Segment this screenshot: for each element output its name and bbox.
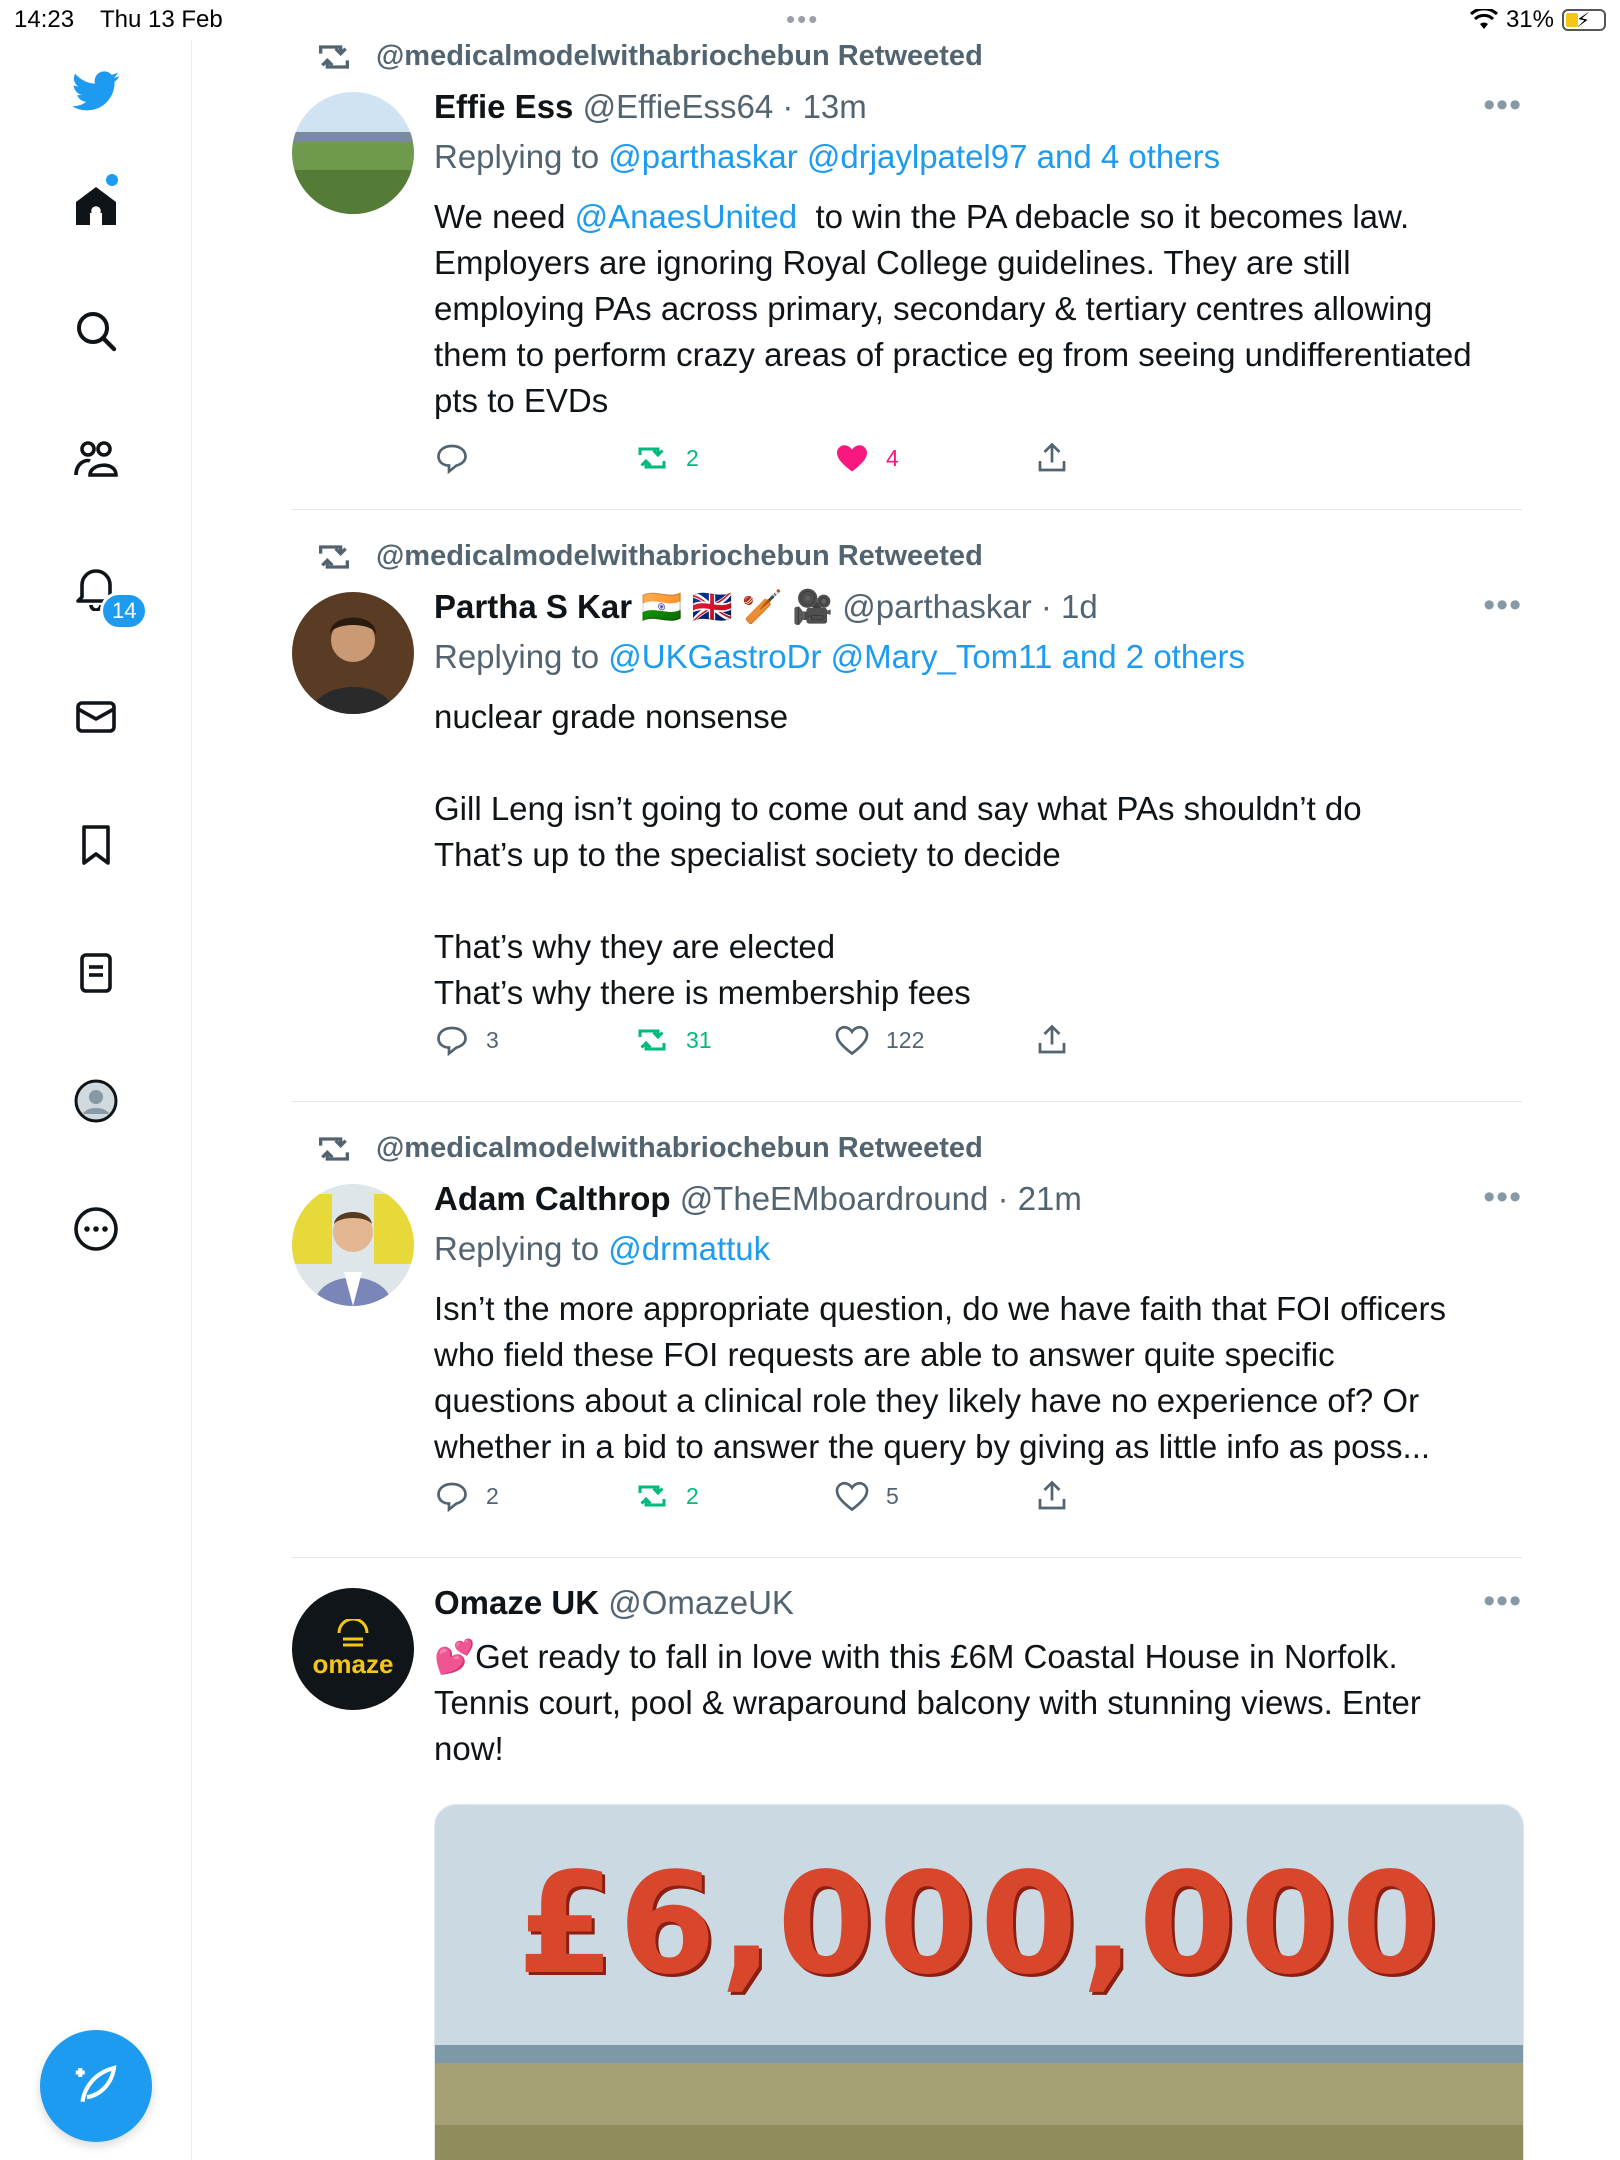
omaze-logo-text: omaze	[312, 1648, 394, 1679]
more-options-icon[interactable]: •••	[1483, 1582, 1522, 1621]
tweet-actions: 2 4	[434, 440, 1154, 480]
reply-button[interactable]: 2	[434, 1478, 499, 1514]
compose-tweet-button[interactable]	[40, 2030, 152, 2142]
media-price-text: £6,000,000	[517, 1843, 1443, 2006]
avatar[interactable]	[292, 592, 414, 714]
heart-filled-icon	[837, 445, 867, 472]
home-unread-dot	[106, 174, 118, 186]
home-icon[interactable]	[67, 178, 125, 236]
tweet-actions: 3 31 122	[434, 1022, 1154, 1062]
retweet-icon	[638, 1029, 666, 1051]
reply-icon	[437, 1482, 467, 1513]
tweet-item[interactable]: @medicalmodelwithabriochebun Retweeted P…	[292, 510, 1522, 1102]
tweet-text: We need @AnaesUnited to win the PA debac…	[434, 198, 1472, 419]
mention-link[interactable]: @AnaesUnited	[575, 198, 797, 235]
multitasking-dots-icon[interactable]: •••	[786, 4, 819, 35]
share-icon	[1038, 1480, 1066, 1510]
like-button[interactable]: 5	[834, 1478, 899, 1514]
retweet-icon	[638, 447, 666, 469]
retweet-context: @medicalmodelwithabriochebun Retweeted	[319, 1132, 983, 1165]
author-handle[interactable]: @parthaskar	[842, 588, 1031, 625]
tweet-item[interactable]: @medicalmodelwithabriochebun Retweeted A…	[292, 1102, 1522, 1558]
retweet-small-icon	[319, 45, 349, 69]
more-options-icon[interactable]: •••	[1483, 1178, 1522, 1217]
omaze-logo-icon	[337, 1618, 369, 1646]
avatar[interactable]	[292, 92, 414, 214]
author-name[interactable]: Effie Ess	[434, 88, 573, 125]
retweet-button[interactable]: 2	[634, 440, 699, 476]
author-name[interactable]: Adam Calthrop	[434, 1180, 671, 1217]
tweet-actions: 2 2 5	[434, 1478, 1154, 1518]
bookmarks-icon[interactable]	[67, 816, 125, 874]
tweet-item[interactable]: omaze Omaze UK @OmazeUK ••• 💕Get ready t…	[292, 1558, 1524, 2160]
twitter-logo-icon[interactable]	[67, 62, 125, 120]
author-handle[interactable]: @EffieEss64	[583, 88, 774, 125]
like-button[interactable]: 122	[834, 1022, 924, 1058]
more-options-icon[interactable]	[67, 1200, 125, 1258]
replying-to: Replying to @UKGastroDr @Mary_Tom11 and …	[434, 638, 1246, 675]
reply-button[interactable]	[434, 440, 486, 476]
avatar[interactable]	[292, 1184, 414, 1306]
timeline: @medicalmodelwithabriochebun Retweeted E…	[292, 40, 1524, 2160]
tweet-media-image[interactable]: £6,000,000	[434, 1804, 1524, 2160]
share-icon	[1038, 1024, 1066, 1054]
tweet-text: Isn’t the more appropriate question, do …	[434, 1290, 1446, 1465]
more-options-icon[interactable]: •••	[1483, 586, 1522, 625]
share-button[interactable]	[1034, 1478, 1070, 1514]
tweet-time: · 21m	[997, 1180, 1082, 1217]
communities-icon[interactable]	[67, 430, 125, 488]
author-name[interactable]: Omaze UK	[434, 1584, 599, 1621]
retweet-small-icon	[319, 545, 349, 569]
messages-icon[interactable]	[67, 688, 125, 746]
wifi-icon	[1469, 9, 1498, 29]
tweet-time: · 13m	[782, 88, 867, 125]
retweet-button[interactable]: 31	[634, 1022, 712, 1058]
share-button[interactable]	[1034, 440, 1070, 476]
replying-to: Replying to @parthaskar @drjaylpatel97 a…	[434, 138, 1221, 175]
status-date: Thu 13 Feb	[100, 6, 223, 33]
reply-icon	[437, 444, 467, 475]
battery-percent: 31%	[1505, 6, 1554, 33]
search-icon[interactable]	[67, 302, 125, 360]
tweet-text: nuclear grade nonsense Gill Leng isn’t g…	[434, 698, 1362, 1011]
lists-icon[interactable]	[67, 944, 125, 1002]
tweet-time: · 1d	[1040, 588, 1098, 625]
heart-icon	[835, 1025, 869, 1056]
reply-icon	[437, 1026, 467, 1057]
reply-button[interactable]: 3	[434, 1022, 499, 1058]
notifications-badge: 14	[100, 592, 149, 630]
author-handle[interactable]: @OmazeUK	[608, 1584, 794, 1621]
status-bar: 14:23 Thu 13 Feb ••• 31% ⚡	[0, 0, 1620, 40]
retweet-small-icon	[319, 1137, 349, 1161]
author-handle[interactable]: @TheEMboardround	[680, 1180, 989, 1217]
author-name[interactable]: Partha S Kar 🇮🇳 🇬🇧 🏏 🎥	[434, 588, 833, 625]
share-button[interactable]	[1034, 1022, 1070, 1058]
replying-to: Replying to @drmattuk	[434, 1230, 771, 1267]
avatar[interactable]: omaze	[292, 1588, 414, 1710]
profile-avatar-icon[interactable]	[67, 1072, 125, 1130]
like-button[interactable]: 4	[834, 440, 899, 476]
tweet-text: 💕Get ready to fall in love with this £6M…	[434, 1638, 1421, 1767]
retweet-icon	[638, 1485, 666, 1507]
compose-feather-icon	[75, 2065, 117, 2103]
tweet-item[interactable]: @medicalmodelwithabriochebun Retweeted E…	[292, 40, 1522, 510]
share-icon	[1038, 442, 1066, 472]
sidebar: 14	[0, 40, 192, 2160]
status-time: 14:23	[14, 6, 75, 33]
battery-icon: ⚡	[1562, 9, 1606, 32]
retweet-button[interactable]: 2	[634, 1478, 699, 1514]
retweet-context: @medicalmodelwithabriochebun Retweeted	[319, 40, 983, 73]
more-options-icon[interactable]: •••	[1483, 86, 1522, 125]
retweet-context: @medicalmodelwithabriochebun Retweeted	[319, 540, 983, 573]
heart-icon	[835, 1481, 869, 1512]
